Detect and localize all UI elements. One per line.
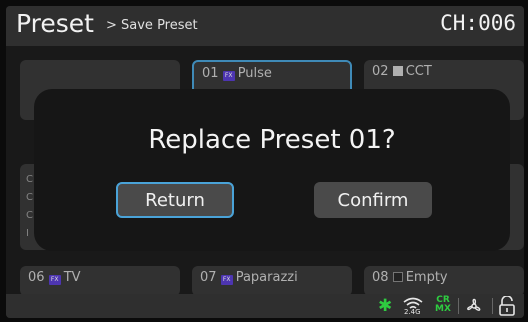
fan-icon bbox=[464, 296, 486, 316]
device-screen: Preset > Save Preset CH:006 01 FX Pulse 0… bbox=[6, 6, 524, 318]
dialog-question: Replace Preset 01? bbox=[148, 125, 396, 155]
wifi-band-label: 2.4G bbox=[404, 308, 421, 316]
divider bbox=[492, 298, 493, 314]
status-bar: ✱ 2.4G CR MX bbox=[6, 294, 524, 318]
bluetooth-icon: ✱ bbox=[378, 296, 393, 316]
confirm-button[interactable]: Confirm bbox=[314, 182, 432, 218]
return-button[interactable]: Return bbox=[116, 182, 234, 218]
divider bbox=[458, 298, 459, 314]
header-bar: Preset > Save Preset CH:006 bbox=[6, 6, 524, 46]
breadcrumb: > Save Preset bbox=[106, 18, 198, 33]
crmx-icon: CR MX bbox=[435, 295, 451, 314]
replace-preset-dialog: Replace Preset 01? Return Confirm bbox=[34, 89, 510, 251]
channel-indicator: CH:006 bbox=[440, 11, 516, 35]
unlock-icon[interactable] bbox=[498, 295, 518, 316]
page-title: Preset bbox=[16, 9, 94, 38]
